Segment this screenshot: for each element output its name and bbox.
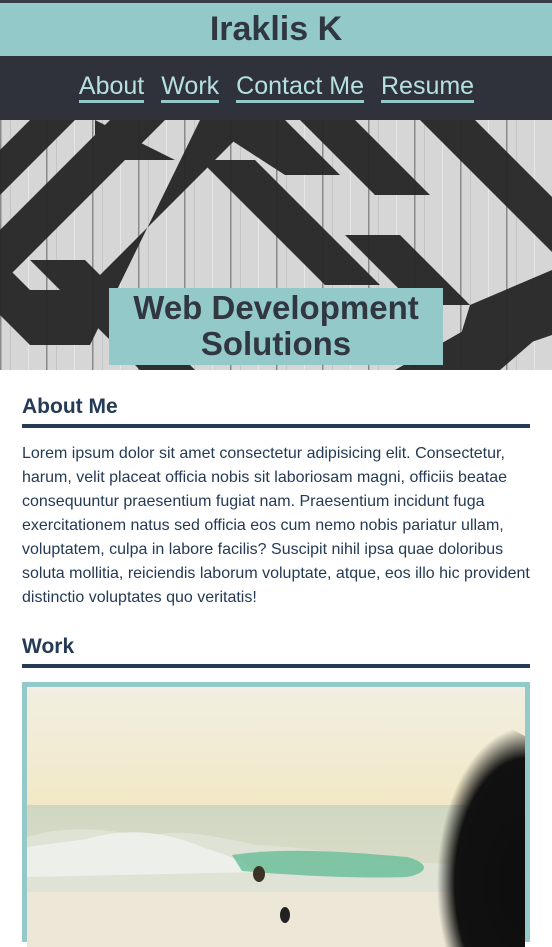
nav-link-contact[interactable]: Contact Me [236,72,364,103]
about-heading: About Me [22,395,118,418]
hero-title: Web Development Solutions [109,288,443,365]
site-header: Iraklis K [0,3,552,56]
work-project-card[interactable] [22,682,530,947]
about-body-text: Lorem ipsum dolor sit amet consectetur a… [22,445,530,606]
nav-link-work[interactable]: Work [161,72,220,103]
nav-link-about[interactable]: About [78,72,145,103]
about-section: About Me Lorem ipsum dolor sit amet cons… [22,394,530,610]
site-title: Iraklis K [209,10,343,48]
work-section: Work [22,634,530,668]
work-project-image [27,687,525,947]
main-nav: About Work Contact Me Resume [0,56,552,120]
work-heading: Work [22,635,75,658]
about-heading-underline [22,424,530,428]
nav-link-resume[interactable]: Resume [380,72,475,103]
work-heading-underline [22,664,530,668]
surf-photo [27,687,525,947]
hero-banner: Web Development Solutions [0,120,552,370]
